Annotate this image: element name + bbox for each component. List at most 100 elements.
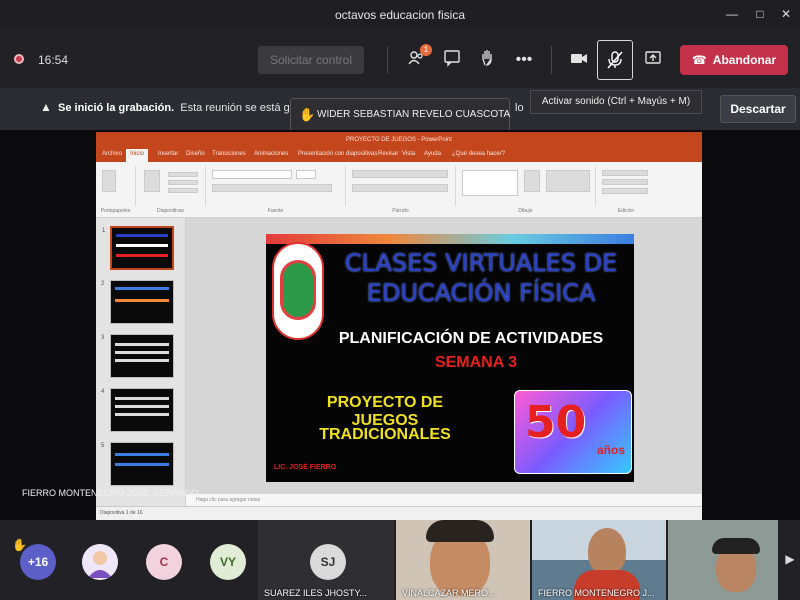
participant-video-tile[interactable]: VINALCAZAR MERO... bbox=[396, 520, 530, 600]
powerpoint-title: PROYECTO DE JUEGOS - PowerPoint bbox=[96, 132, 702, 148]
recording-banner-bold: Se inició la grabación. bbox=[58, 102, 175, 114]
avatar[interactable] bbox=[82, 544, 118, 580]
recording-banner-text: Se inició la grabación. Esta reunión se … bbox=[58, 102, 306, 114]
tab-diseno[interactable]: Diseño bbox=[186, 151, 205, 157]
raised-hand-icon: ✋ bbox=[299, 107, 316, 122]
leave-label: Abandonar bbox=[712, 53, 777, 67]
slide-thumbnails-pane: 1 2 3 4 5 bbox=[96, 218, 186, 506]
maximize-icon[interactable]: □ bbox=[752, 6, 768, 22]
tab-transiciones[interactable]: Transiciones bbox=[212, 151, 246, 157]
reset-button[interactable] bbox=[168, 180, 198, 185]
camera-icon[interactable] bbox=[567, 48, 591, 72]
slide-color-band bbox=[266, 234, 634, 244]
camera-toggle-icon[interactable]: ▶ bbox=[780, 552, 800, 572]
participants-badge: 1 bbox=[420, 44, 432, 56]
anniversary-number: 50 bbox=[525, 397, 587, 448]
mic-tooltip: Activar sonido (Ctrl + Mayús + M) bbox=[530, 90, 702, 114]
font-size-select[interactable] bbox=[296, 170, 316, 179]
toolbar-divider bbox=[387, 46, 388, 74]
shapes-gallery[interactable] bbox=[462, 170, 518, 196]
slide-project-line1: PROYECTO DE JUEGOS bbox=[326, 394, 444, 429]
font-family-select[interactable] bbox=[212, 170, 292, 179]
ribbon-group-label: Edición bbox=[617, 208, 635, 214]
slide-thumbnail[interactable]: 4 bbox=[101, 388, 174, 432]
font-format-buttons[interactable] bbox=[212, 184, 332, 192]
slide-thumbnail[interactable]: 1 bbox=[102, 226, 174, 270]
avatar[interactable]: VY bbox=[210, 544, 246, 580]
ribbon-group-paragraph: Párrafo bbox=[346, 166, 456, 214]
participant-hair bbox=[426, 520, 494, 542]
slide-week: SEMANA 3 bbox=[434, 354, 518, 371]
new-slide-icon[interactable] bbox=[144, 170, 160, 192]
participant-tile[interactable]: SJ SUAREZ ILES JHOSTY... bbox=[258, 520, 394, 600]
ribbon-group-label: Diapositivas bbox=[157, 208, 184, 214]
find-button[interactable] bbox=[602, 170, 648, 176]
leave-button[interactable]: ☎ Abandonar bbox=[680, 45, 788, 75]
raised-hand-notification: ✋ WIDER SEBASTIAN REVELO CUASCOTA bbox=[290, 98, 510, 132]
tab-vista[interactable]: Vista bbox=[402, 151, 415, 157]
ribbon-group-slides: Diapositivas bbox=[136, 166, 206, 214]
more-participants-avatar[interactable]: +16 bbox=[20, 544, 56, 580]
participant-video-tile[interactable] bbox=[668, 520, 778, 600]
quick-styles-button[interactable] bbox=[546, 170, 590, 192]
mic-muted-icon[interactable] bbox=[597, 40, 633, 80]
tab-ayuda[interactable]: Ayuda bbox=[424, 151, 441, 157]
presenter-name: FIERRO MONTENEGRO JOSE GERARDO bbox=[22, 488, 199, 498]
toolbar-divider bbox=[551, 46, 552, 74]
anniversary-word: años bbox=[597, 443, 626, 457]
notes-pane[interactable]: Haga clic para agregar notas bbox=[186, 494, 702, 506]
tab-revisar[interactable]: Revisar bbox=[378, 151, 398, 157]
request-control-button[interactable]: Solicitar control bbox=[258, 46, 364, 74]
status-bar: Diapositiva 1 de 16 bbox=[96, 506, 702, 520]
avatar[interactable]: C bbox=[146, 544, 182, 580]
more-icon[interactable]: ••• bbox=[512, 48, 536, 72]
raise-hand-icon[interactable] bbox=[476, 48, 500, 72]
participant-hair bbox=[712, 538, 760, 554]
participant-video bbox=[588, 528, 626, 574]
slide-thumbnail[interactable]: 2 bbox=[101, 280, 174, 324]
arrange-icon[interactable] bbox=[524, 170, 540, 192]
align-buttons[interactable] bbox=[352, 184, 448, 192]
ribbon-tabs: Archivo Inicio Insertar Diseño Transicio… bbox=[96, 148, 702, 162]
minimize-icon[interactable]: — bbox=[724, 6, 740, 22]
slide-title: CLASES VIRTUALES DE EDUCACIÓN FÍSICA bbox=[344, 249, 618, 307]
meeting-timer: 16:54 bbox=[38, 53, 69, 67]
recording-banner-tail: lo bbox=[515, 102, 524, 114]
slide-thumbnail[interactable]: 5 bbox=[101, 442, 174, 486]
slide-thumbnail[interactable]: 3 bbox=[101, 334, 174, 378]
section-button[interactable] bbox=[168, 188, 198, 193]
warning-icon: ▲ bbox=[40, 100, 52, 114]
ribbon-group-label: Párrafo bbox=[392, 208, 409, 214]
paste-icon[interactable] bbox=[102, 170, 116, 192]
anniversary-badge: 50 años bbox=[514, 390, 632, 474]
tab-presentacion[interactable]: Presentación con diapositivas bbox=[298, 151, 377, 157]
close-icon[interactable]: ✕ bbox=[778, 6, 794, 22]
participant-video-tile[interactable]: FIERRO MONTENEGRO J... bbox=[532, 520, 666, 600]
ribbon-group-editing: Edición bbox=[596, 166, 656, 214]
ribbon-group-label: Fuente bbox=[267, 208, 284, 214]
participant-name: VINALCAZAR MERO... bbox=[402, 588, 496, 598]
current-slide: CLASES VIRTUALES DE EDUCACIÓN FÍSICA PLA… bbox=[266, 234, 634, 482]
tab-inicio[interactable]: Inicio bbox=[126, 149, 149, 162]
slide-subtitle: PLANIFICACIÓN DE ACTIVIDADES bbox=[338, 330, 604, 347]
tell-me-search[interactable]: ¿Qué desea hacer? bbox=[452, 151, 505, 157]
layout-button[interactable] bbox=[168, 172, 198, 177]
ribbon-group-clipboard: Portapapeles bbox=[96, 166, 136, 214]
chat-icon[interactable] bbox=[440, 48, 464, 72]
select-button[interactable] bbox=[602, 188, 648, 194]
window-title: octavos educacion fisica bbox=[334, 8, 466, 22]
participant-name: FIERRO MONTENEGRO J... bbox=[538, 588, 655, 598]
tab-archivo[interactable]: Archivo bbox=[102, 151, 122, 157]
school-logo bbox=[272, 242, 324, 340]
ribbon-group-drawing: Dibujo bbox=[456, 166, 596, 214]
tab-insertar[interactable]: Insertar bbox=[158, 151, 178, 157]
dismiss-button[interactable]: Descartar bbox=[720, 95, 796, 123]
replace-button[interactable] bbox=[602, 179, 648, 185]
avatar: SJ bbox=[310, 544, 346, 580]
share-icon[interactable] bbox=[641, 48, 665, 72]
ribbon-group-label: Dibujo bbox=[518, 208, 533, 214]
tab-animaciones[interactable]: Animaciones bbox=[254, 151, 288, 157]
ribbon: Portapapeles Diapositivas Fuente Párrafo… bbox=[96, 162, 702, 218]
hangup-icon: ☎ bbox=[691, 53, 707, 67]
list-buttons[interactable] bbox=[352, 170, 448, 178]
